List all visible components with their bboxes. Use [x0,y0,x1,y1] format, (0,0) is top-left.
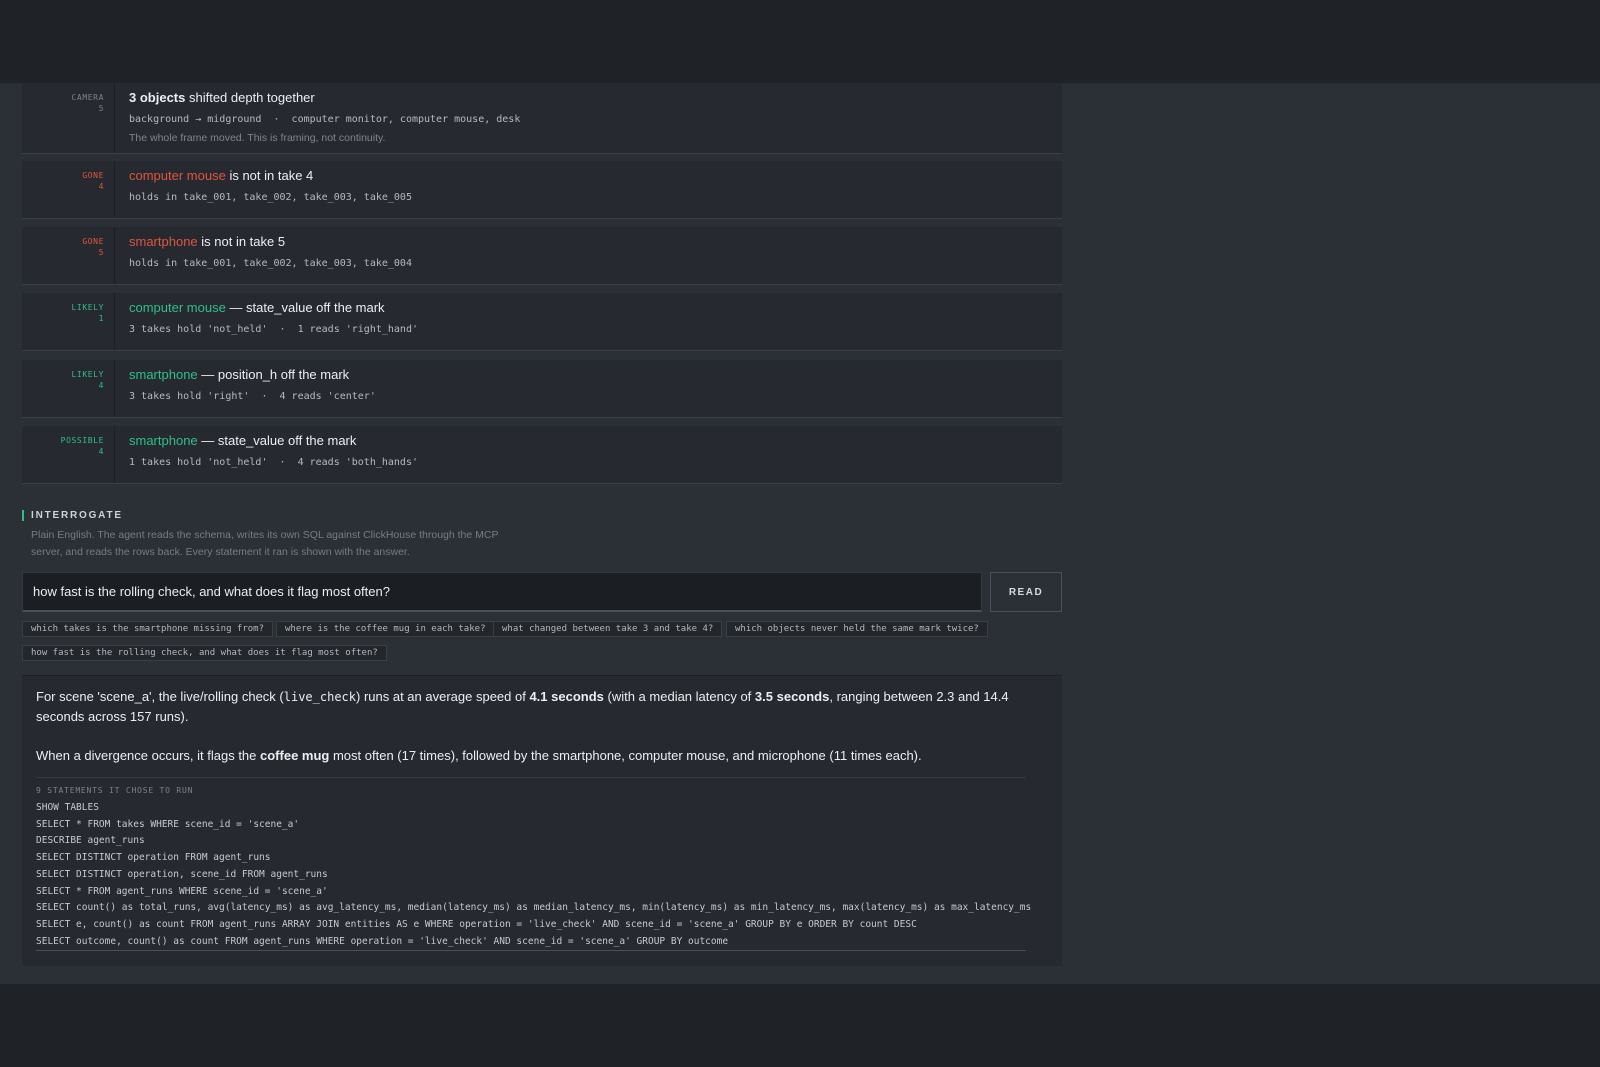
top-bar [0,0,1600,83]
finding-tag-count: 1 [98,314,104,323]
finding-tag-count: 4 [98,182,104,191]
finding-title: 3 objects shifted depth together [129,90,1062,106]
answer-strong: 4.1 seconds [529,689,604,704]
finding-title: computer mouse is not in take 4 [129,168,1062,184]
answer-strong: coffee mug [260,748,330,763]
finding-title-rest: — state_value off the mark [197,433,357,448]
finding-title: smartphone — position_h off the mark [129,367,1062,383]
answer-strong: 3.5 seconds [754,689,830,704]
finding-card-likely[interactable]: LIKELY 1 computer mouse — state_value of… [22,293,1062,351]
finding-entity: computer mouse [129,168,226,183]
query-row: READ [22,572,1062,612]
finding-detail: 1 takes hold 'not_held' · 4 reads 'both_… [129,457,418,468]
answer-text: (with a median latency of [603,689,755,704]
finding-tag-label: LIKELY [71,370,104,379]
suggestion-chip[interactable]: where is the coffee mug in each take? [276,621,495,637]
sql-statement: SELECT * FROM agent_runs WHERE scene_id … [36,885,328,897]
finding-entity: smartphone [129,367,198,382]
finding-title: smartphone — state_value off the mark [129,433,1062,449]
statements-scrollbar[interactable] [36,950,1026,952]
statements-list: SHOW TABLES SELECT * FROM takes WHERE sc… [36,800,1036,950]
sql-statement: SHOW TABLES [36,802,99,813]
finding-entity: smartphone [129,433,198,448]
sql-statement: SELECT outcome, count() as count FROM ag… [36,935,729,947]
answer-text: ) runs at an average speed of [356,689,530,704]
finding-title-strong: 3 objects [129,90,186,105]
finding-note: The whole frame moved. This is framing, … [129,132,386,144]
finding-tag-label: LIKELY [71,303,104,312]
finding-detail: 3 takes hold 'right' · 4 reads 'center' [129,391,376,402]
finding-card-camera[interactable]: CAMERA 5 3 objects shifted depth togethe… [22,83,1062,154]
finding-tag: GONE 5 [22,227,115,284]
sql-statement: DESCRIBE agent_runs [36,835,145,847]
finding-title-rest: — state_value off the mark [225,300,385,315]
finding-tag-label: GONE [82,171,104,180]
finding-tag-label: GONE [82,237,104,246]
sql-statement: SELECT * FROM takes WHERE scene_id = 'sc… [36,818,300,830]
finding-title: computer mouse — state_value off the mar… [129,300,1062,316]
sql-statement: SELECT DISTINCT operation, scene_id FROM… [36,868,328,880]
bottom-bar [0,984,1600,1067]
answer-paragraph-1: For scene 'scene_a', the live/rolling ch… [36,687,1048,727]
suggestion-chip[interactable]: how fast is the rolling check, and what … [22,645,387,661]
finding-detail: background → midground · computer monito… [129,114,521,125]
finding-title-rest: shifted depth together [185,90,315,105]
answer-paragraph-2: When a divergence occurs, it flags the c… [36,746,1048,766]
statements-heading: 9 STATEMENTS IT CHOSE TO RUN [36,786,194,795]
section-description: Plain English. The agent reads the schem… [31,529,499,558]
finding-title-rest: is not in take 4 [225,168,314,183]
finding-detail: 3 takes hold 'not_held' · 1 reads 'right… [129,324,418,335]
finding-entity: smartphone [129,234,198,249]
read-button[interactable]: READ [990,572,1062,612]
suggestion-chip[interactable]: what changed between take 3 and take 4? [493,621,723,637]
sql-statement: SELECT DISTINCT operation FROM agent_run… [36,852,271,864]
finding-title-rest: is not in take 5 [197,234,286,249]
finding-card-possible[interactable]: POSSIBLE 4 smartphone — state_value off … [22,426,1062,484]
finding-card-gone[interactable]: GONE 5 smartphone is not in take 5 holds… [22,227,1062,285]
sql-statement: SELECT e, count() as count FROM agent_ru… [36,918,917,930]
answer-divider [36,777,1026,778]
finding-tag-count: 5 [98,104,104,113]
section-heading-interrogate: INTERROGATE [22,510,123,521]
suggestion-chip[interactable]: which objects never held the same mark t… [726,621,988,637]
finding-tag: POSSIBLE 4 [22,426,115,483]
finding-title-rest: — position_h off the mark [197,367,350,382]
answer-text: When a divergence occurs, it flags the [36,748,261,763]
finding-tag: LIKELY 1 [22,293,115,350]
finding-detail: holds in take_001, take_002, take_003, t… [129,192,412,203]
answer-text: For scene 'scene_a', the live/rolling ch… [36,689,284,704]
finding-tag-count: 4 [98,447,104,456]
finding-tag-count: 5 [98,248,104,257]
answer-panel: For scene 'scene_a', the live/rolling ch… [22,675,1062,966]
finding-tag: GONE 4 [22,161,115,218]
finding-tag-count: 4 [98,381,104,390]
finding-card-likely[interactable]: LIKELY 4 smartphone — position_h off the… [22,360,1062,418]
question-input[interactable] [22,572,982,612]
finding-title: smartphone is not in take 5 [129,234,1062,250]
finding-tag: CAMERA 5 [22,83,115,153]
answer-text: most often (17 times), followed by the s… [329,748,922,763]
finding-entity: computer mouse [129,300,226,315]
finding-detail: holds in take_001, take_002, take_003, t… [129,258,412,269]
finding-tag: LIKELY 4 [22,360,115,417]
finding-tag-label: CAMERA [71,93,104,102]
finding-tag-label: POSSIBLE [60,436,104,445]
answer-code: live_check [283,690,356,704]
suggestion-chip[interactable]: which takes is the smartphone missing fr… [22,621,273,637]
sql-statement: SELECT count() as total_runs, avg(latenc… [36,902,1036,914]
finding-card-gone[interactable]: GONE 4 computer mouse is not in take 4 h… [22,161,1062,219]
